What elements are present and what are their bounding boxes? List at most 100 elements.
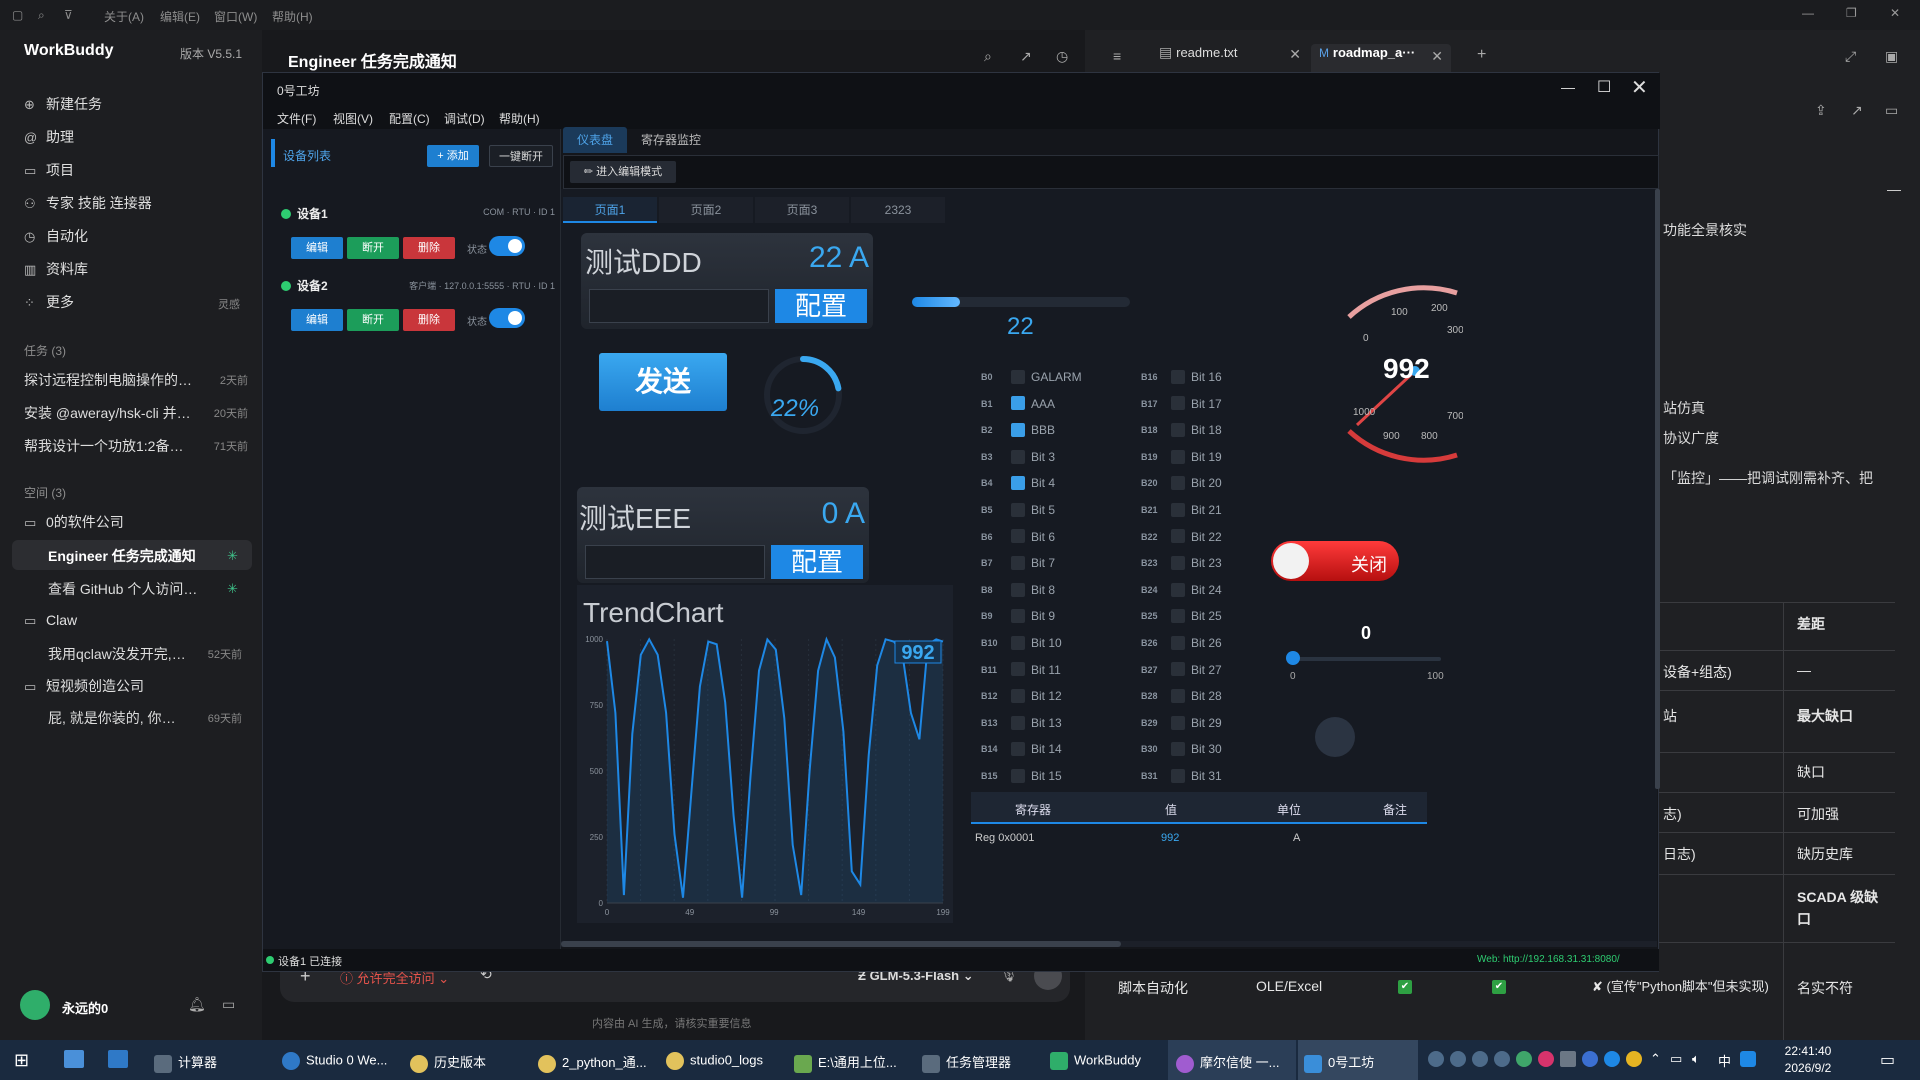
bit-row[interactable]: B5 Bit 5 [981, 502, 1055, 517]
card-input[interactable] [585, 545, 765, 579]
page-tab-1[interactable]: 页面1 [563, 197, 657, 223]
tray-icon[interactable] [1626, 1051, 1642, 1067]
tray-icon[interactable] [1494, 1051, 1510, 1067]
device-enable-toggle[interactable] [489, 308, 525, 328]
bit-row[interactable]: B16 Bit 16 [1141, 369, 1222, 384]
tray-icon[interactable] [1516, 1051, 1532, 1067]
taskbar-item[interactable]: 历史版本 [410, 1052, 486, 1073]
menu-config[interactable]: 配置(C) [389, 110, 430, 127]
task-item[interactable]: 查看 GitHub 个人访问… ✳ [48, 579, 238, 599]
tray-icon[interactable] [1472, 1051, 1488, 1067]
nav-assistant[interactable]: @ 助理 [24, 127, 74, 147]
bit-row[interactable]: B4 Bit 4 [981, 475, 1055, 491]
tab-dashboard[interactable]: 仪表盘 [563, 127, 627, 153]
bit-row[interactable]: B11 Bit 11 [981, 662, 1061, 677]
taskbar-item[interactable]: 任务管理器 [922, 1052, 1011, 1073]
edit-device-button[interactable]: 编辑 [291, 309, 343, 331]
shield-icon[interactable] [1582, 1051, 1598, 1067]
task-item-active[interactable]: Engineer 任务完成通知 ✳ [48, 546, 238, 566]
bit-row[interactable]: B24 Bit 24 [1141, 582, 1222, 597]
search-icon[interactable]: ⌕ [38, 8, 45, 23]
restore-icon[interactable]: ❐ [1846, 6, 1857, 20]
vertical-scrollbar[interactable] [1655, 189, 1660, 789]
taskbar-item[interactable]: 计算器 [154, 1052, 217, 1073]
menu-help[interactable]: 帮助(H) [499, 110, 540, 127]
disconnect-device-button[interactable]: 断开 [347, 237, 399, 259]
nav-experts[interactable]: ⚇ 专家 技能 连接器 [24, 193, 152, 213]
register-table-row[interactable]: Reg 0x0001 992 A [971, 826, 1427, 846]
send-button[interactable]: 发送 [599, 353, 727, 411]
bit-row[interactable]: B18 Bit 18 [1141, 422, 1222, 438]
maximize-icon[interactable]: ☐ [1597, 77, 1611, 97]
menu-view[interactable]: 视图(V) [333, 110, 373, 127]
bit-row[interactable]: B9 Bit 9 [981, 608, 1055, 624]
power-switch[interactable]: 关闭 [1271, 541, 1399, 581]
bit-row[interactable]: B1 AAA [981, 396, 1055, 411]
taskbar-item[interactable]: WorkBuddy [1050, 1052, 1141, 1070]
filter-icon[interactable]: ⊽ [64, 8, 73, 22]
bit-row[interactable]: B23 Bit 23 [1141, 555, 1222, 571]
taskbar-item[interactable]: 0号工坊 [1304, 1052, 1374, 1073]
upload-icon[interactable]: ⇪ [1815, 102, 1827, 119]
page-tab-4[interactable]: 2323 [851, 197, 945, 223]
bit-row[interactable]: B14 Bit 14 [981, 741, 1062, 757]
share-icon[interactable]: ↗ [1020, 48, 1032, 65]
page-tab-3[interactable]: 页面3 [755, 197, 849, 223]
bit-row[interactable]: B13 Bit 13 [981, 715, 1062, 730]
tab-register-monitor[interactable]: 寄存器监控 [631, 127, 711, 153]
disconnect-all-button[interactable]: 一键断开 [489, 145, 553, 167]
app-icon[interactable] [64, 1050, 84, 1068]
bit-row[interactable]: B27 Bit 27 [1141, 662, 1222, 677]
tray-icon[interactable] [1560, 1051, 1576, 1067]
input-icon[interactable] [1740, 1051, 1756, 1067]
ime-indicator[interactable]: 中 [1718, 1051, 1731, 1070]
minimize-icon[interactable]: — [1802, 6, 1814, 20]
tray-icon[interactable] [1604, 1051, 1620, 1067]
new-tab-icon[interactable]: + [1477, 46, 1486, 64]
taskbar-item[interactable]: 摩尔信使 一... [1176, 1052, 1279, 1073]
nav-automation[interactable]: ◷ 自动化 [24, 226, 88, 246]
slider-thumb[interactable] [1286, 651, 1300, 665]
user-name[interactable]: 永远的0 [62, 998, 108, 1017]
space-folder[interactable]: ▭ Claw [24, 612, 77, 629]
menu-window[interactable]: 窗口(W) [214, 8, 257, 25]
task-item[interactable]: 安装 @aweray/hsk-cli 并… 20天前 [24, 403, 248, 423]
bit-row[interactable]: B8 Bit 8 [981, 582, 1055, 597]
delete-device-button[interactable]: 删除 [403, 237, 455, 259]
card-input[interactable] [589, 289, 769, 323]
bit-row[interactable]: B22 Bit 22 [1141, 529, 1222, 544]
avatar[interactable] [20, 990, 50, 1020]
edit-device-button[interactable]: 编辑 [291, 237, 343, 259]
minimize-icon[interactable]: — [1561, 79, 1575, 95]
task-item[interactable]: 屁, 就是你装的, 你认… 69天前 [48, 708, 242, 728]
taskbar-item[interactable]: E:\通用上位... [794, 1052, 897, 1073]
taskbar-item[interactable]: Studio 0 We... [282, 1052, 387, 1070]
bit-row[interactable]: B10 Bit 10 [981, 635, 1062, 650]
menu-debug[interactable]: 调试(D) [444, 110, 485, 127]
task-item[interactable]: 探讨远程控制电脑操作的… 2天前 [24, 370, 248, 390]
bit-row[interactable]: B25 Bit 25 [1141, 608, 1222, 624]
clock-time[interactable]: 22:41:40 [1768, 1044, 1848, 1058]
chevron-up-icon[interactable]: ⌃ [1650, 1051, 1661, 1067]
clock-date[interactable]: 2026/9/2 [1768, 1061, 1848, 1075]
volume-icon[interactable]: 🔈︎ [1692, 1051, 1700, 1067]
start-icon[interactable]: ⊞ [14, 1050, 29, 1071]
close-icon[interactable]: ✕ [1890, 6, 1900, 20]
folder-icon[interactable]: ▭ [1885, 102, 1898, 119]
nav-more[interactable]: ⁘ 更多 [24, 292, 74, 312]
bit-row[interactable]: B17 Bit 17 [1141, 396, 1222, 411]
history-icon[interactable]: ◷ [1056, 48, 1068, 65]
tab-roadmap[interactable]: M roadmap_a··· ✕ [1311, 44, 1451, 74]
slider-track[interactable] [1291, 657, 1441, 661]
tray-icon[interactable] [1450, 1051, 1466, 1067]
space-folder[interactable]: ▭ 0的软件公司 [24, 512, 124, 532]
bit-row[interactable]: B26 Bit 26 [1141, 635, 1222, 650]
bit-row[interactable]: B30 Bit 30 [1141, 741, 1222, 757]
bit-row[interactable]: B0 GALARM [981, 369, 1082, 384]
taskbar-item[interactable]: studio0_logs [666, 1052, 763, 1070]
delete-device-button[interactable]: 删除 [403, 309, 455, 331]
tab-readme[interactable]: ▤ readme.txt ✕ [1159, 44, 1309, 74]
spaces-header[interactable]: 空间 (3) [24, 484, 66, 501]
tray-icon[interactable] [1538, 1051, 1554, 1067]
bit-row[interactable]: B3 Bit 3 [981, 449, 1055, 464]
